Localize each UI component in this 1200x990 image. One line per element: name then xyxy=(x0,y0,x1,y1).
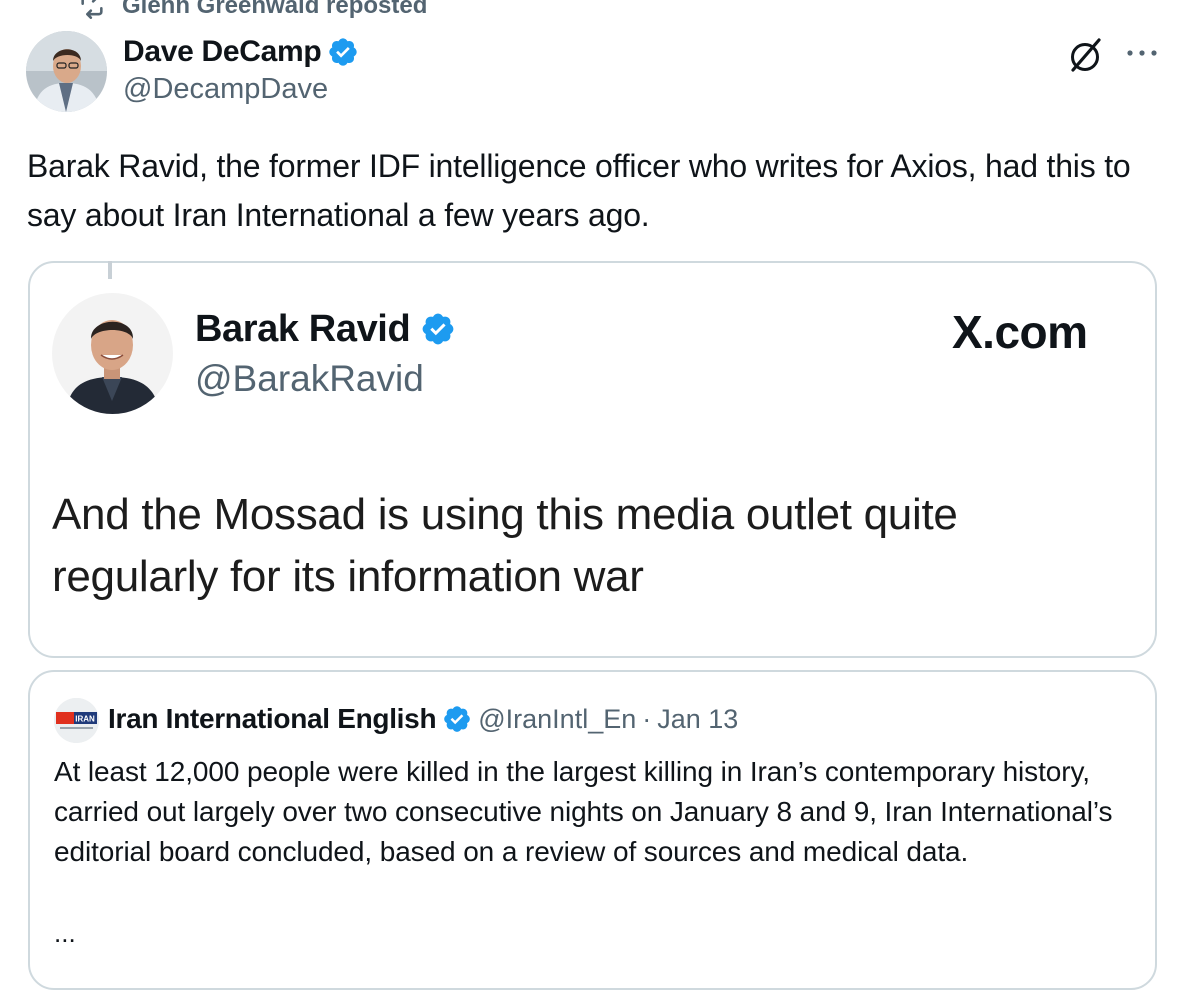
card-divider xyxy=(108,261,112,279)
repost-header[interactable]: Glenn Greenwald reposted xyxy=(78,0,427,20)
more-icon xyxy=(1127,50,1157,56)
embedded-author-name: Barak Ravid xyxy=(195,307,411,350)
quoted-tweet-date[interactable]: Jan 13 xyxy=(657,704,738,735)
quoted-tweet-header[interactable]: Iran International English @IranIntl_En … xyxy=(108,700,738,738)
repost-text: Glenn Greenwald reposted xyxy=(122,0,428,19)
embedded-author-avatar xyxy=(52,293,173,414)
quoted-author-handle[interactable]: @IranIntl_En xyxy=(478,704,636,735)
header-separator: · xyxy=(642,703,652,734)
more-options-button[interactable] xyxy=(1122,38,1162,68)
verified-badge-icon xyxy=(444,706,471,732)
quoted-author-name[interactable]: Iran International English xyxy=(108,703,437,735)
verified-badge-icon xyxy=(329,38,358,66)
repost-icon xyxy=(81,0,103,19)
embedded-author-name-row: Barak Ravid xyxy=(195,306,456,352)
author-handle[interactable]: @DecampDave xyxy=(123,73,328,106)
embedded-author-handle: @BarakRavid xyxy=(195,358,424,399)
tweet-text: Barak Ravid, the former IDF intelligence… xyxy=(27,148,1131,233)
truncation-ellipsis: ... xyxy=(54,918,76,948)
grok-button[interactable] xyxy=(1064,34,1106,76)
author-avatar[interactable] xyxy=(26,31,107,112)
grok-icon xyxy=(1071,38,1101,72)
author-name[interactable]: Dave DeCamp xyxy=(123,35,322,69)
quoted-tweet-text: At least 12,000 people were killed in th… xyxy=(54,756,1113,867)
quoted-author-avatar[interactable]: IRAN xyxy=(54,698,99,743)
source-label: X.com xyxy=(952,306,1088,358)
quoted-avatar-logo-text: IRAN xyxy=(75,715,95,724)
embedded-text: And the Mossad is using this media outle… xyxy=(52,490,958,601)
verified-badge-icon xyxy=(422,313,454,345)
author-name-row[interactable]: Dave DeCamp xyxy=(123,33,359,71)
